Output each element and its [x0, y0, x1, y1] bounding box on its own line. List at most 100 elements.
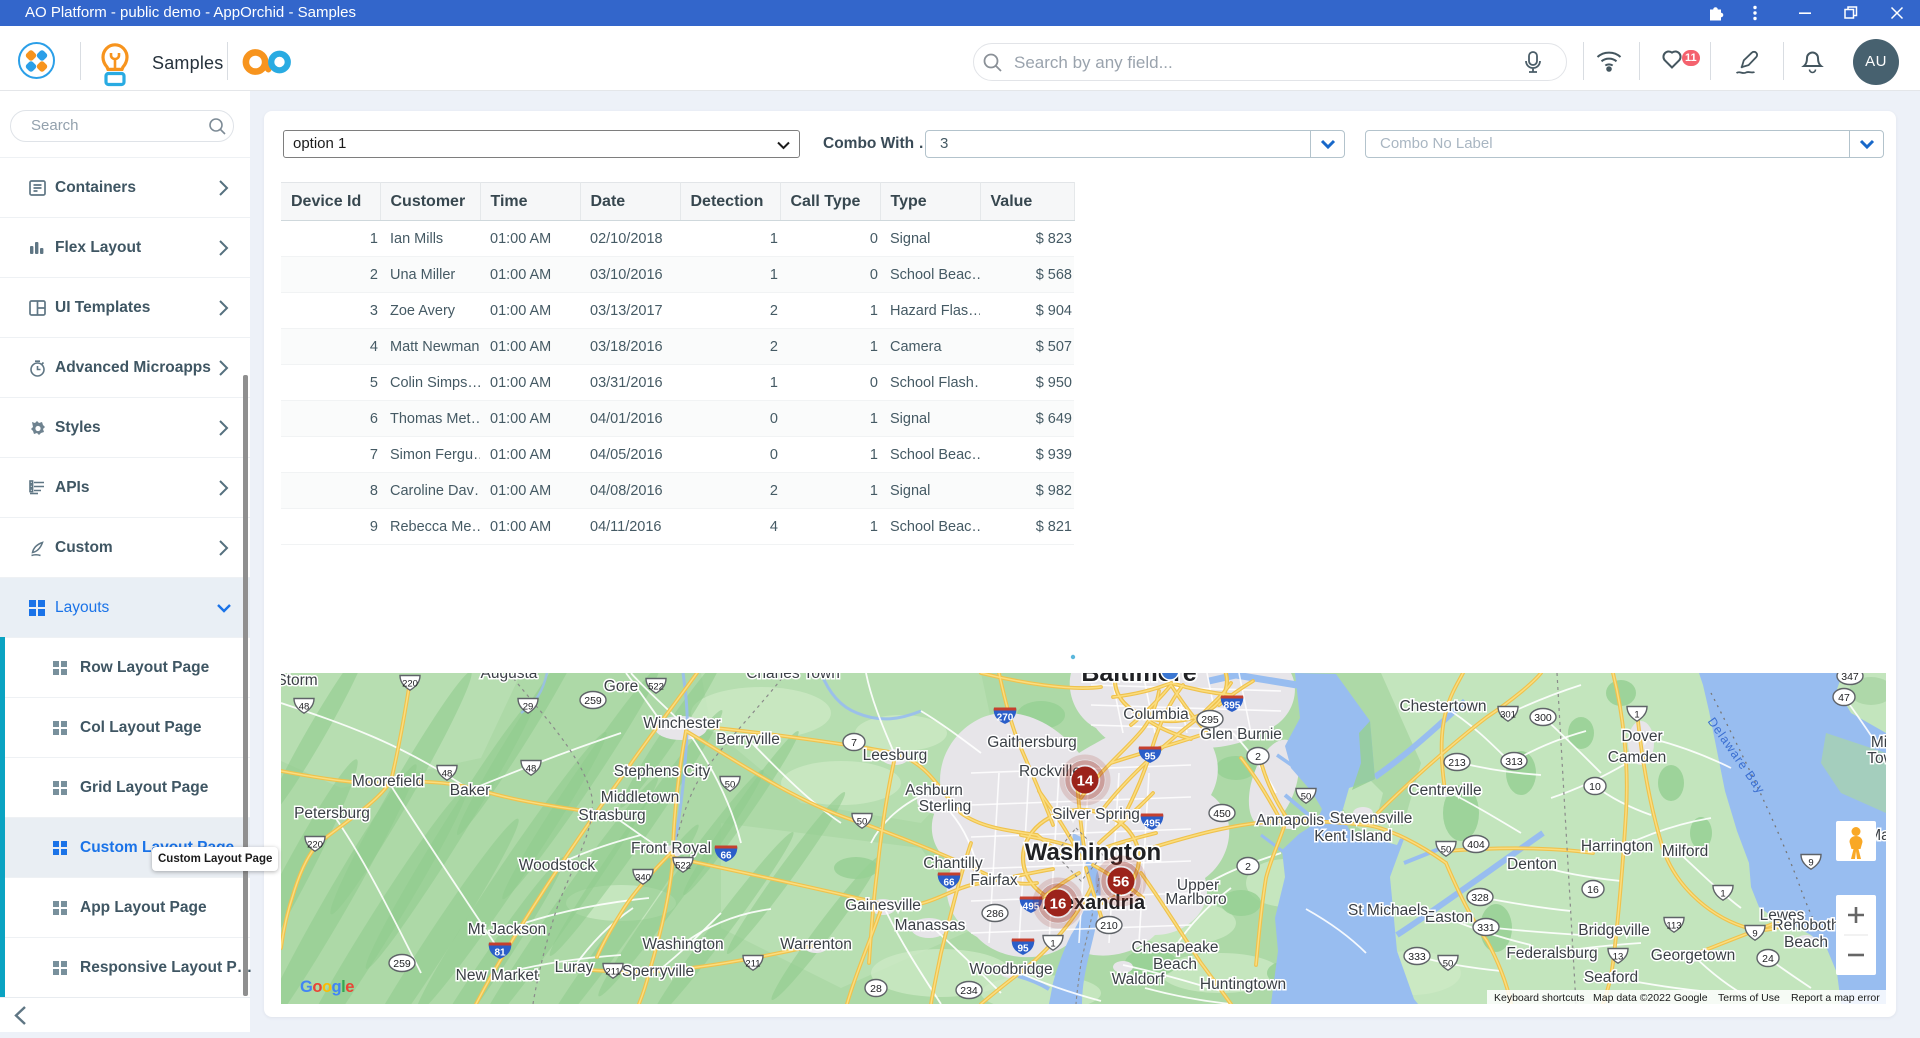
- svg-text:56: 56: [1113, 874, 1130, 891]
- svg-text:295: 295: [1201, 714, 1219, 726]
- svg-text:Google: Google: [300, 978, 354, 996]
- svg-text:Gaithersburg: Gaithersburg: [987, 734, 1077, 751]
- svg-text:Berryville: Berryville: [716, 731, 780, 748]
- svg-text:522: 522: [648, 682, 664, 693]
- svg-text:Bridgeville: Bridgeville: [1578, 922, 1650, 939]
- svg-text:Harrington: Harrington: [1581, 838, 1653, 855]
- svg-text:New Market: New Market: [456, 967, 539, 984]
- svg-text:14: 14: [1077, 773, 1094, 790]
- svg-text:29: 29: [523, 702, 534, 713]
- svg-text:404: 404: [1467, 839, 1485, 851]
- svg-text:81: 81: [494, 948, 506, 959]
- svg-text:Map data ©2022 Google: Map data ©2022 Google: [1593, 992, 1708, 1004]
- svg-text:Mi: Mi: [1871, 734, 1886, 751]
- svg-text:Washington: Washington: [642, 936, 723, 953]
- svg-text:Keyboard shortcuts: Keyboard shortcuts: [1494, 992, 1584, 1004]
- svg-text:Front Royal: Front Royal: [631, 840, 711, 857]
- svg-text:220: 220: [402, 679, 418, 690]
- svg-text:Augusta: Augusta: [481, 673, 538, 682]
- svg-text:Ashburn: Ashburn: [905, 782, 963, 799]
- svg-text:16: 16: [1587, 884, 1599, 896]
- svg-text:9: 9: [1808, 858, 1813, 869]
- svg-text:Tow: Tow: [1867, 750, 1886, 767]
- svg-text:113: 113: [1666, 921, 1681, 932]
- svg-text:48: 48: [526, 764, 537, 775]
- svg-text:Chantilly: Chantilly: [923, 855, 983, 872]
- svg-text:Kent Island: Kent Island: [1314, 828, 1392, 845]
- svg-text:Fairfax: Fairfax: [970, 872, 1018, 889]
- svg-text:Luray: Luray: [555, 959, 594, 976]
- svg-text:259: 259: [393, 958, 411, 970]
- svg-text:211: 211: [745, 959, 760, 970]
- svg-text:Storm: Storm: [281, 673, 318, 689]
- svg-text:Seaford: Seaford: [1584, 969, 1638, 986]
- svg-text:Milford: Milford: [1662, 843, 1709, 860]
- svg-text:Strasburg: Strasburg: [578, 807, 645, 824]
- svg-text:7: 7: [851, 737, 857, 749]
- svg-text:328: 328: [1471, 892, 1489, 904]
- svg-text:270: 270: [997, 713, 1014, 724]
- svg-text:Rehoboth: Rehoboth: [1772, 917, 1839, 934]
- svg-text:Federalsburg: Federalsburg: [1506, 945, 1597, 962]
- svg-text:Gainesville: Gainesville: [845, 897, 921, 914]
- svg-text:50: 50: [1301, 792, 1312, 803]
- svg-text:66: 66: [720, 851, 732, 862]
- svg-text:48: 48: [442, 769, 453, 780]
- svg-text:24: 24: [1762, 953, 1774, 965]
- svg-text:Annapolis: Annapolis: [1256, 812, 1324, 829]
- svg-text:Charles Town: Charles Town: [746, 673, 840, 682]
- svg-text:Woodbridge: Woodbridge: [969, 961, 1052, 978]
- svg-text:895: 895: [1224, 701, 1241, 712]
- svg-text:Stephens City: Stephens City: [614, 763, 711, 780]
- svg-text:210: 210: [1100, 920, 1118, 932]
- svg-text:1: 1: [1720, 889, 1725, 900]
- svg-text:Beach: Beach: [1784, 934, 1828, 951]
- svg-text:Denton: Denton: [1507, 856, 1557, 873]
- svg-text:Georgetown: Georgetown: [1651, 947, 1735, 964]
- svg-text:Huntingtown: Huntingtown: [1200, 976, 1286, 993]
- svg-text:Camden: Camden: [1608, 749, 1667, 766]
- svg-text:259: 259: [584, 695, 602, 707]
- svg-text:Terms of Use: Terms of Use: [1718, 992, 1780, 1004]
- svg-text:Washington: Washington: [1025, 839, 1161, 866]
- svg-text:495: 495: [1144, 819, 1161, 830]
- svg-text:Marlboro: Marlboro: [1165, 891, 1226, 908]
- svg-text:347: 347: [1841, 673, 1859, 683]
- svg-text:St Michaels: St Michaels: [1348, 902, 1428, 919]
- svg-text:Gore: Gore: [604, 678, 638, 695]
- svg-text:Woodstock: Woodstock: [519, 857, 596, 874]
- svg-text:28: 28: [870, 983, 882, 995]
- svg-text:Easton: Easton: [1425, 909, 1473, 926]
- svg-text:Sperryville: Sperryville: [622, 963, 694, 980]
- svg-text:211: 211: [605, 967, 620, 978]
- svg-text:331: 331: [1477, 922, 1495, 934]
- svg-text:2: 2: [1255, 751, 1261, 763]
- svg-text:450: 450: [1213, 808, 1231, 820]
- svg-text:50: 50: [1443, 959, 1454, 970]
- svg-text:340: 340: [635, 873, 651, 884]
- svg-text:Waldorf: Waldorf: [1112, 971, 1166, 988]
- svg-text:Dover: Dover: [1621, 728, 1662, 745]
- svg-text:48: 48: [299, 702, 310, 713]
- svg-text:50: 50: [725, 780, 736, 791]
- svg-text:Chesapeake: Chesapeake: [1131, 939, 1218, 956]
- svg-text:1: 1: [1634, 710, 1639, 721]
- svg-text:286: 286: [986, 908, 1004, 920]
- svg-text:Centreville: Centreville: [1408, 782, 1481, 799]
- svg-text:Middletown: Middletown: [601, 789, 679, 806]
- svg-text:2: 2: [1245, 861, 1251, 873]
- svg-text:234: 234: [960, 985, 978, 997]
- svg-text:95: 95: [1017, 944, 1029, 955]
- svg-text:Winchester: Winchester: [643, 715, 721, 732]
- svg-text:Columbia: Columbia: [1123, 706, 1189, 723]
- svg-text:Sterling: Sterling: [919, 798, 972, 815]
- svg-text:Silver Spring: Silver Spring: [1052, 806, 1140, 823]
- svg-text:16: 16: [1050, 896, 1067, 913]
- svg-text:Leesburg: Leesburg: [863, 747, 928, 764]
- svg-text:522: 522: [675, 861, 691, 872]
- svg-text:66: 66: [943, 878, 955, 889]
- svg-text:95: 95: [1144, 752, 1156, 763]
- svg-text:300: 300: [1534, 712, 1552, 724]
- svg-text:Warrenton: Warrenton: [780, 936, 852, 953]
- svg-text:50: 50: [857, 817, 868, 828]
